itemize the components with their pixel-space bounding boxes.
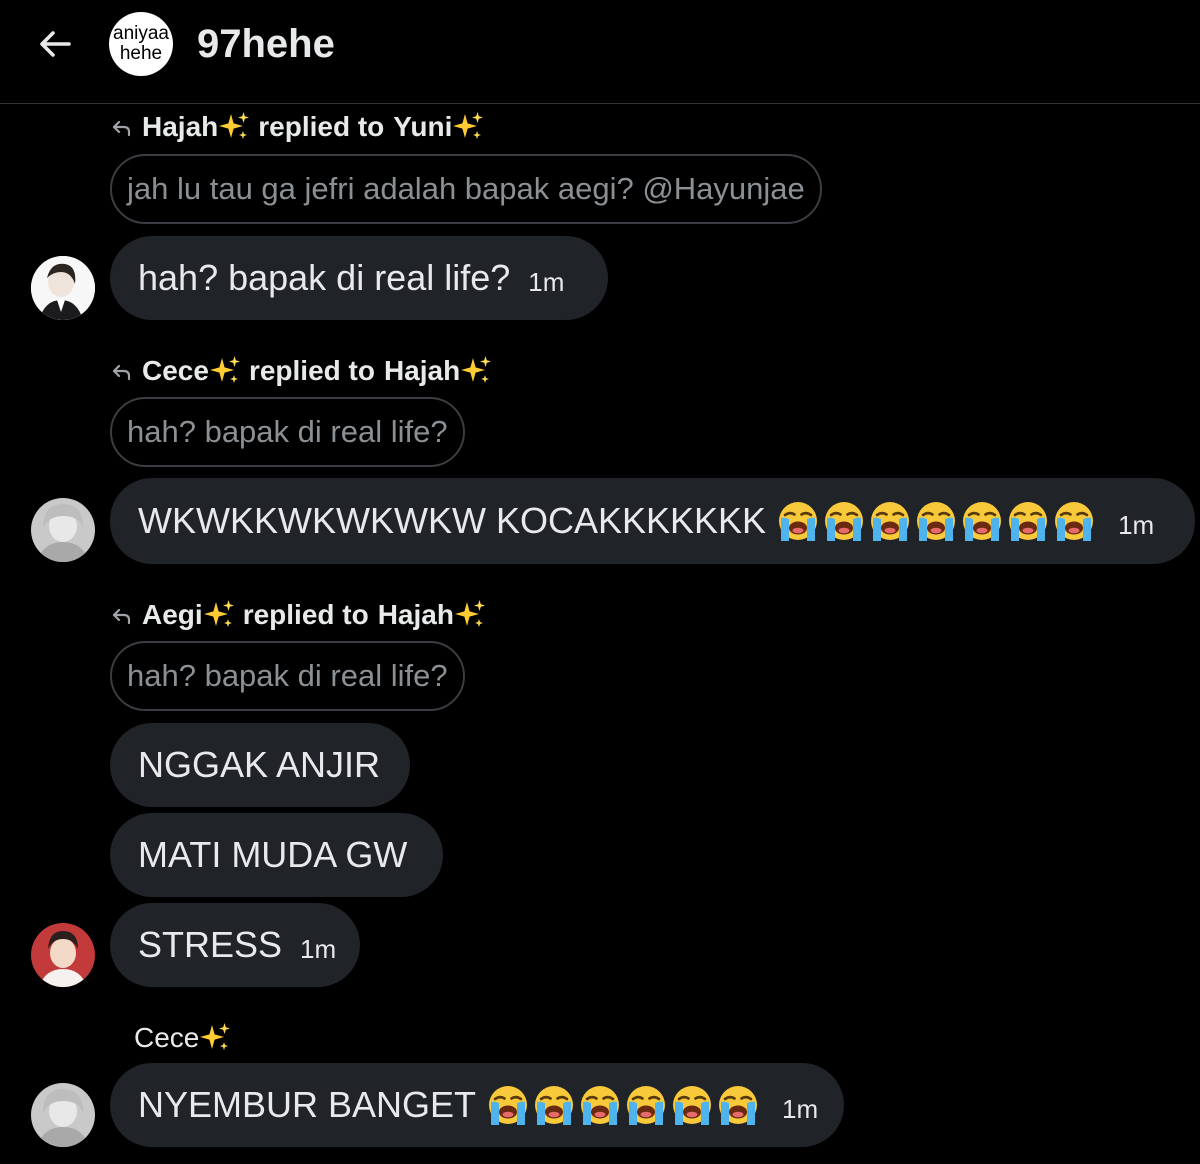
message-timestamp: 1m — [782, 1093, 819, 1124]
message-bubble[interactable]: hah? bapak di real life? 1m — [110, 236, 608, 320]
loudly-crying-face-emoji — [578, 1083, 622, 1127]
message-text: NGGAK ANJIR — [138, 744, 381, 785]
group-avatar-text-line2: hehe — [119, 43, 163, 64]
avatar-photo — [31, 256, 95, 320]
message-bubble[interactable]: WKWKKWKWKWKW KOCAKKKKKKK 1m — [110, 478, 1195, 564]
loudly-crying-face-emoji — [868, 499, 912, 543]
reply-arrow-icon — [110, 359, 134, 383]
loudly-crying-face-emoji — [960, 499, 1004, 543]
message-timestamp: 1m — [300, 933, 337, 964]
reply-context: Hajah replied to Yuni — [110, 110, 484, 144]
reply-sender: Cece — [142, 355, 209, 386]
message-bubble[interactable]: NGGAK ANJIR — [110, 723, 410, 807]
message-bubble[interactable]: STRESS 1m — [110, 903, 360, 987]
sparkles-emoji — [452, 111, 484, 143]
back-button[interactable] — [30, 22, 80, 66]
conversation-header: aniyaa hehe 97hehe — [0, 0, 1200, 104]
sparkles-emoji — [203, 599, 235, 631]
sparkles-emoji — [460, 355, 492, 387]
avatar-photo — [31, 923, 95, 987]
sender-avatar[interactable] — [31, 923, 95, 987]
group-avatar-text-line1: aniyaa — [113, 23, 169, 44]
message-text: hah? bapak di real life? — [138, 257, 511, 298]
reply-sender: Aegi — [142, 599, 203, 630]
sender-avatar[interactable] — [31, 256, 95, 320]
reply-sender: Hajah — [142, 111, 219, 142]
emoji-row — [776, 499, 1096, 543]
sender-name-text: Cece — [134, 1022, 200, 1053]
quoted-text: hah? bapak di real life? — [127, 414, 448, 449]
avatar-photo — [31, 498, 95, 562]
reply-context: Cece replied to Hajah — [110, 354, 492, 388]
message-timestamp: 1m — [528, 266, 565, 297]
sparkles-emoji — [199, 1022, 231, 1054]
reply-verb: replied to — [242, 599, 369, 630]
loudly-crying-face-emoji — [532, 1083, 576, 1127]
quoted-text: jah lu tau ga jefri adalah bapak aegi? @… — [127, 171, 805, 206]
message-bubble[interactable]: NYEMBUR BANGET 1m — [110, 1063, 844, 1147]
loudly-crying-face-emoji — [486, 1083, 530, 1127]
sparkles-emoji — [218, 111, 250, 143]
message-text: MATI MUDA GW — [138, 834, 408, 875]
avatar-photo — [31, 1083, 95, 1147]
reply-target: Hajah — [383, 355, 461, 386]
loudly-crying-face-emoji — [716, 1083, 760, 1127]
message-text: WKWKKWKWKWKW KOCAKKKKKKK — [138, 500, 767, 541]
emoji-row — [486, 1083, 760, 1127]
sparkles-emoji — [209, 355, 241, 387]
group-avatar[interactable]: aniyaa hehe — [109, 12, 173, 76]
sparkles-emoji — [454, 599, 486, 631]
loudly-crying-face-emoji — [1052, 499, 1096, 543]
reply-verb: replied to — [248, 355, 375, 386]
loudly-crying-face-emoji — [1006, 499, 1050, 543]
message-text: STRESS — [138, 924, 283, 965]
reply-verb: replied to — [258, 111, 385, 142]
reply-target: Yuni — [393, 111, 453, 142]
reply-arrow-icon — [110, 115, 134, 139]
reply-target: Hajah — [377, 599, 454, 630]
message-timestamp: 1m — [1118, 509, 1155, 540]
loudly-crying-face-emoji — [624, 1083, 668, 1127]
reply-context: Aegi replied to Hajah — [110, 598, 486, 632]
message-text: NYEMBUR BANGET — [138, 1084, 477, 1125]
loudly-crying-face-emoji — [776, 499, 820, 543]
quoted-message[interactable]: hah? bapak di real life? — [110, 397, 465, 467]
loudly-crying-face-emoji — [822, 499, 866, 543]
message-bubble[interactable]: MATI MUDA GW — [110, 813, 443, 897]
loudly-crying-face-emoji — [670, 1083, 714, 1127]
sender-name: Cece — [134, 1021, 231, 1055]
sender-avatar[interactable] — [31, 498, 95, 562]
quoted-text: hah? bapak di real life? — [127, 658, 448, 693]
loudly-crying-face-emoji — [914, 499, 958, 543]
back-arrow-icon — [40, 31, 71, 57]
reply-arrow-icon — [110, 603, 134, 627]
quoted-message[interactable]: hah? bapak di real life? — [110, 641, 465, 711]
conversation-title[interactable]: 97hehe — [197, 18, 335, 70]
quoted-message[interactable]: jah lu tau ga jefri adalah bapak aegi? @… — [110, 154, 822, 224]
sender-avatar[interactable] — [31, 1083, 95, 1147]
